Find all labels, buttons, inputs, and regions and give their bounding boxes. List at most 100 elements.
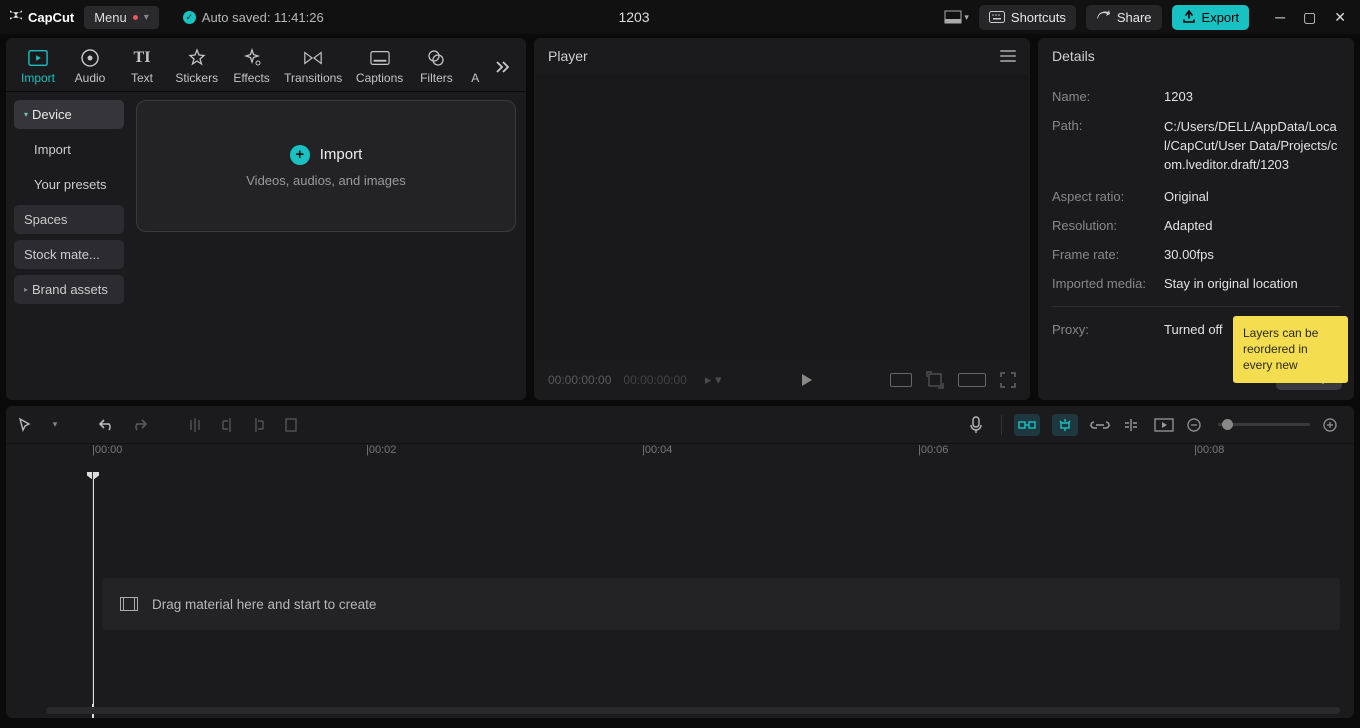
trim-left-tool[interactable] (220, 417, 240, 433)
select-tool-dropdown[interactable]: ▾ (50, 419, 60, 430)
tabs-more-button[interactable] (488, 53, 518, 81)
menu-button[interactable]: Menu ▾ (84, 6, 159, 29)
layers-tooltip: Layers can be reordered in every new (1233, 316, 1348, 383)
player-title: Player (548, 48, 588, 64)
ratio-icon[interactable] (890, 373, 912, 387)
captions-icon (370, 48, 390, 68)
redo-button[interactable] (130, 417, 150, 433)
detail-row-path: Path:C:/Users/DELL/AppData/Local/CapCut/… (1052, 111, 1340, 182)
caret-down-icon: ▾ (24, 110, 28, 119)
capcut-icon (8, 9, 24, 25)
timeline-panel: ▾ |00:00 |00:02 |00:04 |00:06 |00:08 Dra… (6, 406, 1354, 718)
magnet-main-tool[interactable] (1014, 414, 1040, 436)
timeline-drop-track[interactable]: Drag material here and start to create (102, 578, 1340, 630)
minimize-button[interactable]: ─ (1275, 9, 1285, 26)
tab-captions[interactable]: Captions (351, 42, 409, 91)
tab-audio[interactable]: Audio (66, 42, 114, 91)
detail-row-resolution: Resolution:Adapted (1052, 211, 1340, 240)
details-panel: Details Name:1203 Path:C:/Users/DELL/App… (1038, 38, 1354, 400)
select-tool[interactable] (18, 417, 38, 433)
media-panel: Import Audio TI Text Stickers Effects Tr… (6, 38, 526, 400)
keyboard-icon (989, 11, 1005, 23)
zoom-slider[interactable] (1218, 423, 1310, 426)
shortcuts-button[interactable]: Shortcuts (979, 5, 1076, 30)
titlebar: CapCut Menu ▾ ✓ Auto saved: 11:41:26 120… (0, 0, 1360, 34)
import-dropzone[interactable]: + Import Videos, audios, and images (136, 100, 516, 232)
player-view-icons (890, 371, 1016, 389)
tab-effects[interactable]: Effects (228, 42, 276, 91)
sidebar-item-stock[interactable]: Stock mate... (14, 240, 124, 269)
close-button[interactable]: ✕ (1334, 9, 1346, 26)
clip-icon (120, 597, 138, 611)
scale-icon[interactable] (926, 371, 944, 389)
sidebar-item-import[interactable]: Import (14, 135, 124, 164)
detail-row-framerate: Frame rate:30.00fps (1052, 240, 1340, 269)
timeline-scrollbar[interactable] (46, 707, 1340, 714)
maximize-button[interactable]: ▢ (1303, 9, 1316, 26)
autosave-status: ✓ Auto saved: 11:41:26 (183, 10, 324, 25)
zoom-out-button[interactable] (1186, 417, 1206, 433)
player-controls: 00:00:00:00 00:00:00:00 ▸ ▾ (534, 360, 1030, 400)
import-subtitle: Videos, audios, and images (246, 173, 405, 188)
undo-button[interactable] (98, 417, 118, 433)
sidebar-item-brand[interactable]: ▸Brand assets (14, 275, 124, 304)
layout-preset-icon[interactable]: ▾ (944, 10, 969, 24)
detail-separator (1052, 306, 1340, 307)
split-tool[interactable] (188, 417, 208, 433)
player-viewport[interactable] (536, 74, 1028, 360)
detail-row-name: Name:1203 (1052, 82, 1340, 111)
mic-tool[interactable] (969, 416, 989, 434)
timeline-toolbar: ▾ (6, 406, 1354, 444)
preview-tool[interactable] (1154, 418, 1174, 432)
zoom-dropdown[interactable]: ▸ ▾ (705, 372, 722, 388)
sidebar-item-spaces[interactable]: Spaces (14, 205, 124, 234)
timeline-body[interactable]: Drag material here and start to create (6, 472, 1354, 718)
project-title: 1203 (334, 9, 935, 25)
link-tool[interactable] (1090, 419, 1110, 431)
align-tool[interactable] (1122, 418, 1142, 432)
play-button[interactable] (798, 372, 814, 388)
drop-hint: Drag material here and start to create (152, 597, 376, 612)
time-total: 00:00:00:00 (623, 373, 686, 387)
media-panel-body: ▾Device Import Your presets Spaces Stock… (6, 92, 526, 400)
tab-stickers[interactable]: Stickers (170, 42, 224, 91)
window-controls: ─ ▢ ✕ (1269, 9, 1352, 26)
magnet-snap-tool[interactable] (1052, 414, 1078, 436)
delete-tool[interactable] (284, 417, 304, 433)
media-sidebar: ▾Device Import Your presets Spaces Stock… (6, 92, 132, 400)
sidebar-item-device[interactable]: ▾Device (14, 100, 124, 129)
player-menu-icon[interactable] (1000, 50, 1016, 62)
filters-icon (426, 48, 446, 68)
ratio-wide-icon[interactable] (958, 373, 986, 387)
audio-icon (80, 48, 100, 68)
share-icon (1096, 10, 1111, 24)
menu-dot-indicator (133, 15, 138, 20)
export-icon (1182, 10, 1196, 24)
trim-right-tool[interactable] (252, 417, 272, 433)
time-current: 00:00:00:00 (548, 373, 611, 387)
details-header: Details (1038, 38, 1354, 74)
media-tabs: Import Audio TI Text Stickers Effects Tr… (6, 38, 526, 92)
tab-filters[interactable]: Filters (412, 42, 460, 91)
import-title: Import (320, 146, 363, 163)
tab-import[interactable]: Import (14, 42, 62, 91)
share-button[interactable]: Share (1086, 5, 1162, 30)
titlebar-right: ▾ Shortcuts Share Export ─ ▢ ✕ (944, 5, 1352, 30)
stickers-icon (187, 48, 207, 68)
zoom-in-button[interactable] (1322, 417, 1342, 433)
tab-transitions[interactable]: Transitions (280, 42, 347, 91)
text-icon: TI (132, 48, 152, 68)
plus-icon: + (290, 145, 310, 165)
tab-truncated[interactable]: A (464, 42, 484, 91)
caret-right-icon: ▸ (24, 285, 28, 294)
app-logo: CapCut (8, 9, 74, 25)
tab-text[interactable]: TI Text (118, 42, 166, 91)
timeline-ruler[interactable]: |00:00 |00:02 |00:04 |00:06 |00:08 (6, 444, 1354, 472)
export-button[interactable]: Export (1172, 5, 1250, 30)
sidebar-item-presets[interactable]: Your presets (14, 170, 124, 199)
chevron-down-icon: ▾ (144, 12, 149, 23)
chevrons-right-icon (494, 59, 512, 75)
timeline-start-line (92, 472, 93, 704)
main-row: Import Audio TI Text Stickers Effects Tr… (0, 34, 1360, 400)
fullscreen-icon[interactable] (1000, 372, 1016, 388)
